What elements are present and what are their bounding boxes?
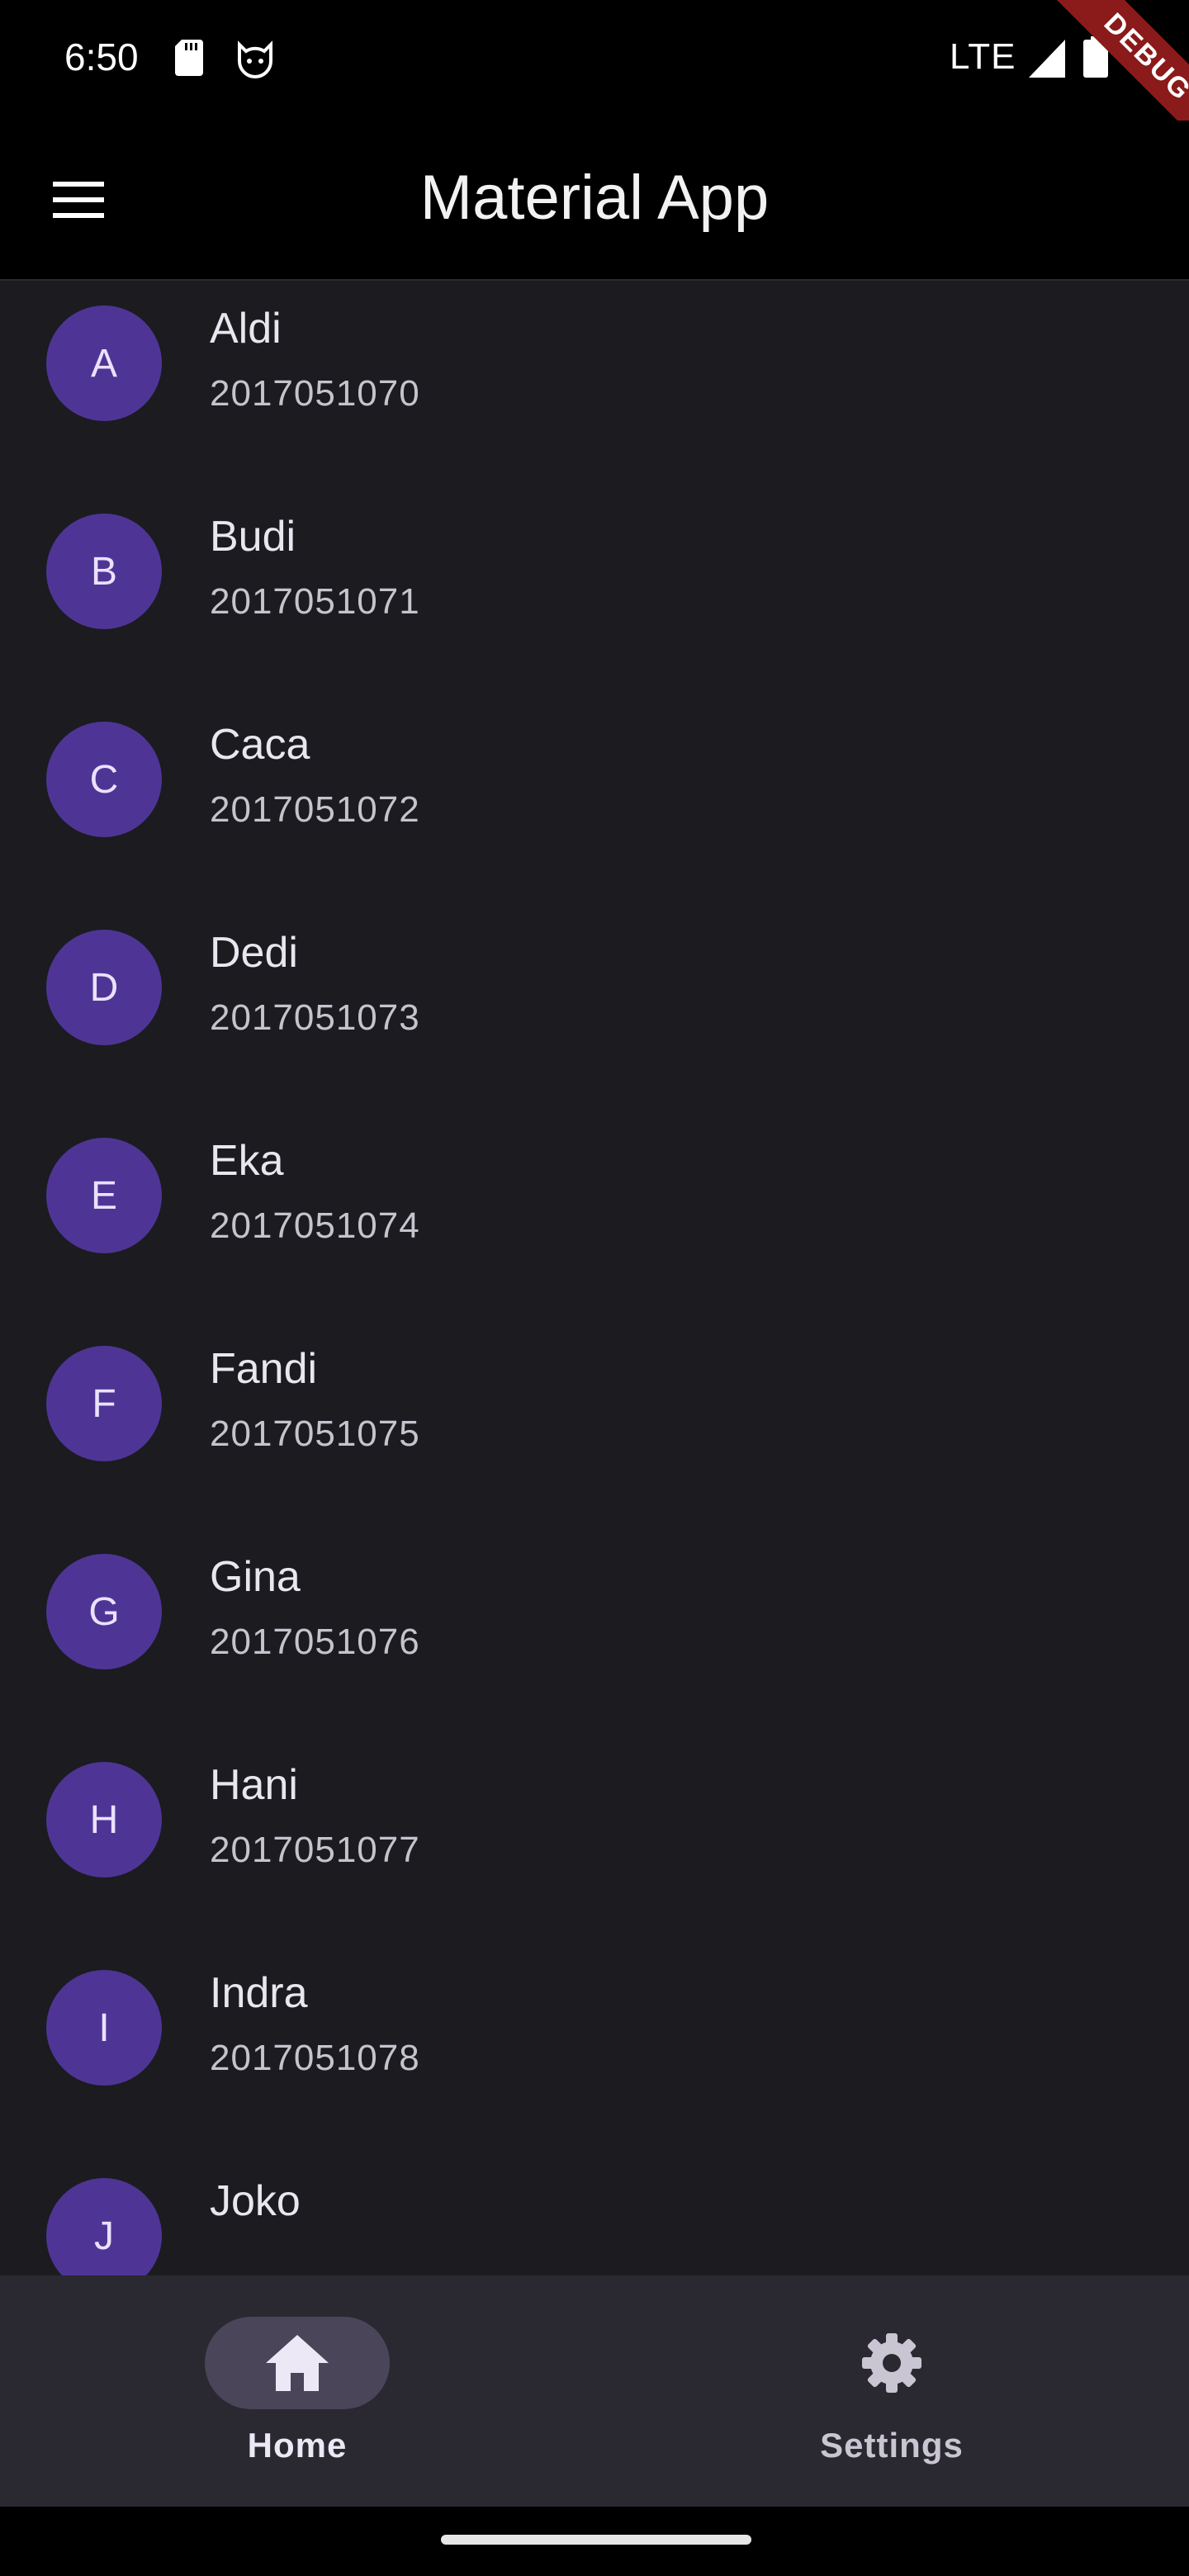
item-id: 2017051071 (210, 581, 420, 622)
list-item[interactable]: D Dedi 2017051073 (0, 905, 1189, 1113)
list-item[interactable]: H Hani 2017051077 (0, 1737, 1189, 1945)
avatar: I (46, 1970, 162, 2086)
avatar: D (46, 930, 162, 1045)
item-id: 2017051073 (210, 997, 420, 1038)
avatar: J (46, 2178, 162, 2275)
item-id: 2017051076 (210, 1622, 420, 1662)
list-item[interactable]: B Budi 2017051071 (0, 489, 1189, 697)
signal-icon (1029, 40, 1065, 78)
gear-icon (862, 2333, 921, 2393)
avatar: G (46, 1554, 162, 1669)
avatar: C (46, 722, 162, 837)
network-type-label: LTE (950, 36, 1016, 77)
nav-label-home: Home (247, 2426, 348, 2465)
item-name: Gina (210, 1553, 301, 1601)
home-icon (266, 2335, 329, 2391)
nav-label-settings: Settings (820, 2426, 964, 2465)
item-name: Caca (210, 721, 310, 769)
avatar: F (46, 1346, 162, 1461)
item-name: Dedi (210, 929, 298, 977)
item-name: Indra (210, 1969, 308, 2017)
list-item[interactable]: I Indra 2017051078 (0, 1945, 1189, 2153)
app-title: Material App (419, 163, 770, 233)
avatar: B (46, 514, 162, 629)
app-bar: Material App (0, 121, 1189, 281)
item-id: 2017051074 (210, 1205, 420, 1246)
list-item[interactable]: E Eka 2017051074 (0, 1113, 1189, 1321)
phone-screen: 6:50 LTE DEBUG Material App A Aldi 20170… (0, 0, 1189, 2576)
student-list[interactable]: A Aldi 2017051070 B Budi 2017051071 C Caca 20170… (0, 281, 1189, 2275)
list-item[interactable]: C Caca 2017051072 (0, 697, 1189, 905)
item-name: Aldi (210, 305, 282, 353)
avatar: A (46, 305, 162, 421)
item-id: 2017051077 (210, 1830, 420, 1870)
list-item[interactable]: G Gina 2017051076 (0, 1529, 1189, 1737)
system-navigation-area (0, 2507, 1189, 2576)
list-item[interactable]: J Joko (0, 2153, 1189, 2275)
list-item[interactable]: F Fandi 2017051075 (0, 1321, 1189, 1529)
avatar: E (46, 1138, 162, 1253)
status-time: 6:50 (64, 36, 139, 78)
home-gesture-handle[interactable] (441, 2535, 751, 2545)
item-name: Fandi (210, 1345, 318, 1393)
status-bar: 6:50 LTE (0, 0, 1189, 121)
item-name: Joko (210, 2177, 301, 2225)
bottom-navigation-bar: Home Settings (0, 2275, 1189, 2507)
item-id: 2017051075 (210, 1413, 420, 1454)
item-id: 2017051070 (210, 373, 420, 414)
avatar: H (46, 1762, 162, 1878)
item-name: Budi (210, 513, 296, 561)
item-id: 2017051078 (210, 2038, 420, 2078)
list-item[interactable]: A Aldi 2017051070 (0, 281, 1189, 489)
cat-face-icon (238, 40, 272, 78)
sd-card-icon (175, 40, 203, 76)
item-name: Eka (210, 1137, 284, 1185)
item-name: Hani (210, 1761, 298, 1809)
nav-item-home[interactable]: Home (0, 2275, 594, 2507)
nav-item-settings[interactable]: Settings (594, 2275, 1189, 2507)
item-id: 2017051072 (210, 789, 420, 830)
